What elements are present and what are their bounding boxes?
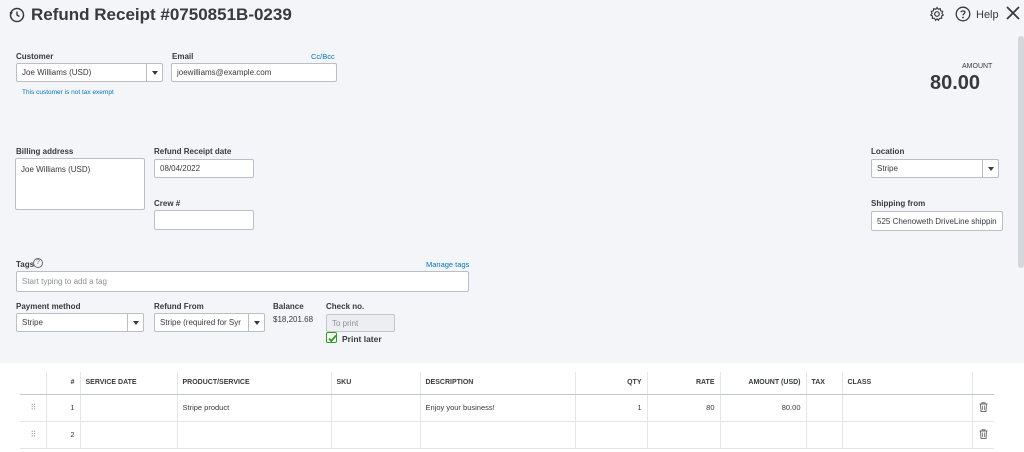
service-date-cell[interactable] — [80, 394, 178, 422]
balance-value: $18,201.68 — [273, 315, 314, 324]
delete-row-button[interactable] — [972, 394, 994, 422]
drag-handle-icon[interactable]: ⠿ — [20, 394, 47, 422]
row-number: 1 — [46, 394, 81, 422]
crew-label: Crew # — [154, 199, 181, 208]
billing-address-label: Billing address — [16, 147, 74, 156]
scrollbar[interactable] — [1018, 36, 1024, 268]
class-cell[interactable] — [842, 394, 973, 422]
qty-cell[interactable] — [575, 421, 648, 449]
customer-label: Customer — [16, 52, 54, 61]
column-header-service-date: SERVICE DATE — [80, 372, 178, 395]
check-no-label: Check no. — [326, 302, 365, 311]
product-service-cell[interactable] — [177, 421, 332, 449]
column-header-number: # — [46, 372, 81, 395]
delete-row-button[interactable] — [972, 421, 994, 449]
table-header-row: # SERVICE DATE PRODUCT/SERVICE SKU DESCR… — [20, 372, 994, 395]
row-number: 2 — [46, 421, 81, 449]
column-header-class: CLASS — [842, 372, 973, 395]
refund-date-value: 08/04/2022 — [160, 164, 201, 173]
column-header-drag — [20, 372, 47, 395]
column-header-rate: RATE — [647, 372, 721, 395]
refund-from-select[interactable]: Stripe (required for Syr — [154, 313, 265, 332]
gear-icon[interactable] — [929, 6, 945, 22]
description-cell[interactable]: Enjoy your business! — [420, 394, 576, 422]
manage-tags-link[interactable]: Manage tags — [426, 260, 469, 269]
refund-from-value: Stripe (required for Syr — [160, 318, 241, 327]
page-title: Refund Receipt #0750851B-0239 — [31, 5, 292, 24]
column-header-description: DESCRIPTION — [420, 372, 576, 395]
billing-address-field[interactable]: Joe Williams (USD) — [15, 158, 145, 210]
product-service-cell[interactable]: Stripe product — [177, 394, 332, 422]
column-header-qty: QTY — [575, 372, 648, 395]
email-value: joewilliams@example.com — [177, 68, 272, 77]
shipping-from-field[interactable]: 525 Chenoweth DriveLine shippin — [871, 211, 1003, 231]
close-icon[interactable] — [1005, 5, 1021, 21]
payment-method-select[interactable]: Stripe — [16, 313, 144, 332]
column-header-tax: TAX — [806, 372, 843, 395]
location-select[interactable]: Stripe — [871, 159, 999, 178]
tax-cell[interactable] — [806, 394, 843, 422]
rate-cell[interactable]: 80 — [647, 394, 721, 422]
table-row[interactable]: ⠿ 2 — [20, 421, 994, 449]
class-cell[interactable] — [842, 421, 973, 449]
balance-label: Balance — [273, 302, 304, 311]
help-label[interactable]: Help — [976, 9, 999, 21]
amount-value: 80.00 — [930, 72, 981, 94]
refund-date-label: Refund Receipt date — [154, 147, 232, 156]
location-label: Location — [871, 147, 905, 156]
tags-input[interactable]: Start typing to add a tag — [16, 271, 469, 292]
trash-icon — [979, 428, 988, 439]
check-no-placeholder: To print — [332, 318, 359, 328]
chevron-down-icon[interactable] — [127, 314, 143, 331]
cc-bcc-link[interactable]: Cc/Bcc — [311, 52, 335, 61]
payment-method-value: Stripe — [22, 318, 43, 327]
shipping-from-value: 525 Chenoweth DriveLine shippin — [877, 216, 997, 226]
email-label: Email — [172, 52, 194, 61]
chevron-down-icon[interactable] — [146, 64, 162, 81]
refund-from-label: Refund From — [154, 302, 204, 311]
history-icon[interactable] — [8, 6, 26, 24]
sku-cell[interactable] — [331, 421, 421, 449]
column-header-amount: AMOUNT (USD) — [720, 372, 807, 395]
check-icon — [328, 334, 337, 343]
payment-method-label: Payment method — [16, 302, 81, 311]
tax-cell[interactable] — [806, 421, 843, 449]
email-field[interactable]: joewilliams@example.com — [171, 63, 337, 82]
column-header-actions — [972, 372, 994, 395]
description-cell[interactable] — [420, 421, 576, 449]
help-circle-icon[interactable]: ? — [33, 258, 43, 268]
column-header-product-service: PRODUCT/SERVICE — [177, 372, 332, 395]
tags-label: Tags — [16, 260, 35, 269]
trash-icon — [979, 401, 988, 412]
sku-cell[interactable] — [331, 394, 421, 422]
refund-date-field[interactable]: 08/04/2022 — [154, 159, 254, 178]
rate-cell[interactable] — [647, 421, 721, 449]
customer-select[interactable]: Joe Williams (USD) — [16, 63, 163, 82]
print-later-checkbox[interactable] — [326, 332, 337, 343]
drag-handle-icon[interactable]: ⠿ — [20, 421, 47, 449]
tags-placeholder: Start typing to add a tag — [22, 277, 107, 286]
table-row[interactable]: ⠿ 1 Stripe product Enjoy your business! … — [20, 394, 994, 422]
tax-exempt-note: This customer is not tax exempt — [22, 89, 114, 96]
service-date-cell[interactable] — [80, 421, 178, 449]
location-value: Stripe — [877, 164, 898, 173]
help-icon[interactable] — [955, 6, 971, 22]
check-no-field: To print — [326, 314, 395, 332]
chevron-down-icon[interactable] — [248, 314, 264, 331]
print-later-label[interactable]: Print later — [342, 334, 382, 344]
amount-cell[interactable] — [720, 421, 807, 449]
column-header-sku: SKU — [331, 372, 421, 395]
shipping-from-label: Shipping from — [871, 199, 926, 208]
qty-cell[interactable]: 1 — [575, 394, 648, 422]
customer-value: Joe Williams (USD) — [22, 68, 92, 77]
line-items-table: # SERVICE DATE PRODUCT/SERVICE SKU DESCR… — [20, 372, 994, 449]
amount-cell[interactable]: 80.00 — [720, 394, 807, 422]
amount-label: AMOUNT — [962, 63, 993, 70]
billing-address-value: Joe Williams (USD) — [21, 165, 91, 174]
chevron-down-icon[interactable] — [982, 160, 998, 177]
crew-field[interactable] — [154, 210, 254, 230]
